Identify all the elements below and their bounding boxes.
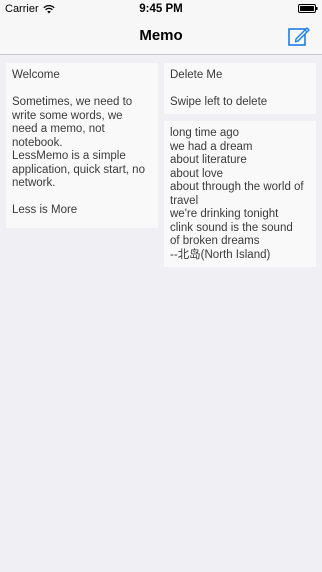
- memo-line: about through the world of: [170, 181, 304, 193]
- memo-line: we had a dream: [170, 140, 253, 153]
- memo-line: LessMemo is a simple: [12, 150, 126, 162]
- memo-line: Less is More: [12, 204, 78, 216]
- status-bar: Carrier 9:45 PM: [0, 0, 322, 18]
- memo-line: [170, 83, 310, 97]
- memo-line: travel: [170, 194, 199, 207]
- memo-card-welcome[interactable]: Welcome Sometimes, we need to write some w…: [6, 63, 158, 228]
- memo-line: Swipe left to delete: [170, 96, 268, 108]
- memo-line: about love: [170, 167, 224, 180]
- compose-icon[interactable]: [288, 25, 310, 47]
- memo-line: about literature: [170, 154, 247, 166]
- memo-line: Delete Me: [170, 69, 223, 81]
- memo-line: Welcome: [12, 69, 60, 81]
- memo-grid: Welcome Sometimes, we need to write some w…: [0, 55, 322, 572]
- memo-line: of broken dreams: [170, 235, 260, 247]
- battery-icon: [298, 4, 318, 13]
- memo-line: [12, 83, 152, 97]
- memo-card-poem[interactable]: long time ago we had a dream about literat…: [164, 121, 316, 267]
- memo-line: need a memo, not: [12, 123, 105, 135]
- memo-line: notebook.: [12, 136, 63, 149]
- navigation-bar: Memo: [0, 18, 322, 55]
- page-title: Memo: [139, 27, 183, 44]
- memo-line: long time ago: [170, 127, 240, 139]
- memo-card-delete-me[interactable]: Delete Me Swipe left to delete: [164, 63, 316, 114]
- memo-line: clink sound is the sound: [170, 221, 293, 234]
- memo-line: network.: [12, 177, 56, 189]
- memo-line: Sometimes, we need to: [12, 96, 133, 108]
- memo-line: write some words, we: [12, 109, 123, 122]
- memo-line: --北岛(North Island): [170, 248, 271, 261]
- status-time: 9:45 PM: [139, 3, 183, 15]
- memo-line: [12, 191, 152, 205]
- memo-line: application, quick start, no: [12, 163, 145, 176]
- memo-line: we're drinking tonight: [170, 208, 279, 220]
